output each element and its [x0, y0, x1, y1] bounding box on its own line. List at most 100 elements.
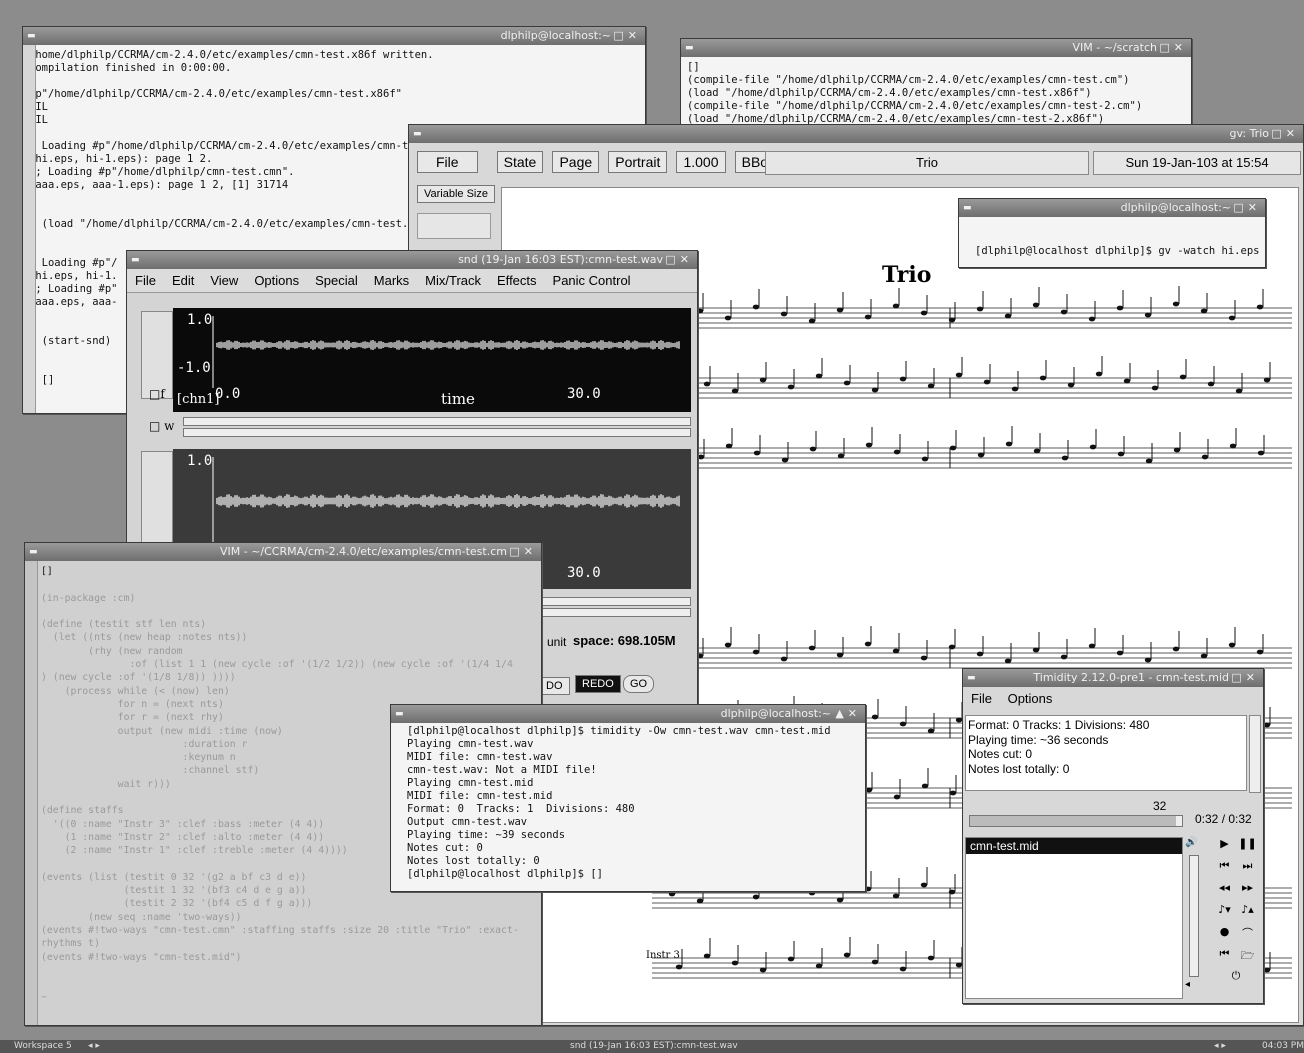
window-controls-icon[interactable]: □✕: [509, 543, 537, 561]
terminal-2-titlebar[interactable]: ▬ dlphilp@localhost:~ □✕: [959, 199, 1265, 217]
gv-state-button[interactable]: State: [496, 151, 544, 173]
snd-zoom-slider-1[interactable]: [183, 417, 691, 426]
window-menu-icon[interactable]: ▬: [395, 705, 404, 723]
timidity-info-panel: Format: 0 Tracks: 1 Divisions: 480 Playin…: [965, 715, 1247, 791]
window-menu-icon[interactable]: ▬: [413, 125, 422, 143]
snd-chan-label: [chn1]: [177, 392, 220, 407]
snd-zoom-slider-2[interactable]: [541, 597, 691, 606]
gv-page-button[interactable]: Page: [552, 151, 600, 173]
note-head: [675, 964, 683, 970]
window-menu-icon[interactable]: ▬: [963, 199, 972, 217]
prev-track-icon[interactable]: ⏮: [1213, 859, 1236, 881]
restart-icon[interactable]: ⏮: [1213, 947, 1236, 969]
timidity-progress-track[interactable]: [969, 815, 1183, 827]
note-head: [1088, 316, 1096, 322]
terminal-2-output[interactable]: [dlphilp@localhost dlphilp]$ gv -watch h…: [959, 217, 1265, 267]
gv-zoom-button[interactable]: 1.000: [676, 151, 726, 173]
snd-undo-button[interactable]: DO: [539, 677, 570, 695]
taskbar-arrows-icon[interactable]: ◂ ▸: [1214, 1040, 1226, 1053]
note-head: [1095, 371, 1103, 377]
window-controls-icon[interactable]: □✕: [1231, 669, 1259, 687]
gv-titlebar[interactable]: ▬ gv: Trio □✕: [409, 125, 1303, 143]
window-menu-icon[interactable]: ▬: [131, 251, 140, 269]
vim-line: (in-package :cm): [41, 592, 136, 604]
quit-icon[interactable]: ⏻: [1213, 969, 1259, 991]
timidity-options-menu[interactable]: Options: [1008, 691, 1053, 706]
snd-waveform-1[interactable]: 1.0 -1.0 [chn1] 0.0 time 30.0: [173, 308, 691, 412]
window-menu-icon[interactable]: ▬: [967, 669, 976, 687]
timidity-playlist[interactable]: cmn-test.mid: [965, 837, 1183, 999]
rewind-icon[interactable]: ◂◂: [1213, 881, 1236, 903]
snd-position-slider-1[interactable]: [183, 428, 691, 437]
vim-line: (rhy (new random: [41, 645, 183, 657]
note-head: [1172, 301, 1180, 307]
workspace-switcher[interactable]: Workspace 5: [14, 1040, 72, 1053]
gv-page-list[interactable]: [417, 213, 491, 239]
play-icon[interactable]: ▶: [1213, 837, 1236, 859]
window-controls-icon[interactable]: ▲✕: [835, 705, 861, 723]
vim-scratch-titlebar[interactable]: ▬ VIM - ~/scratch □✕: [681, 39, 1191, 57]
terminal-window-2[interactable]: ▬ dlphilp@localhost:~ □✕ [dlphilp@localh…: [958, 198, 1266, 268]
terminal-1-scrollbar[interactable]: [23, 45, 36, 413]
timidity-volume-slider[interactable]: [1189, 855, 1199, 977]
snd-title: snd (19-Jan 16:03 EST):cmn-test.wav: [458, 253, 663, 266]
snd-position-slider-2[interactable]: [541, 608, 691, 617]
workspace-arrows-icon[interactable]: ◂ ▸: [88, 1040, 100, 1053]
vim-line: [41, 578, 525, 591]
timidity-window[interactable]: ▬ Timidity 2.12.0-pre1 - cmn-test.mid □✕…: [962, 668, 1264, 1004]
gv-variable-size-button[interactable]: Variable Size: [417, 185, 495, 203]
terminal-1-titlebar[interactable]: ▬ dlphilp@localhost:~ □✕: [23, 27, 645, 45]
terminal-3-output[interactable]: [dlphilp@localhost dlphilp]$ timidity -O…: [391, 723, 865, 883]
key-up-icon[interactable]: ♪▴: [1236, 903, 1259, 925]
timidity-playlist-item[interactable]: cmn-test.mid: [966, 838, 1182, 854]
timidity-titlebar[interactable]: ▬ Timidity 2.12.0-pre1 - cmn-test.mid □✕: [963, 669, 1263, 687]
tempo-up-icon[interactable]: ⌒: [1236, 925, 1259, 947]
snd-menu-edit[interactable]: Edit: [172, 273, 194, 288]
terminal-3-titlebar[interactable]: ▬ dlphilp@localhost:~ ▲✕: [391, 705, 865, 723]
fast-forward-icon[interactable]: ▸▸: [1236, 881, 1259, 903]
window-menu-icon[interactable]: ▬: [27, 27, 36, 45]
gv-portrait-button[interactable]: Portrait: [608, 151, 668, 173]
snd-w-checkbox[interactable]: □ w: [149, 419, 174, 433]
note-head: [1011, 386, 1019, 392]
key-down-icon[interactable]: ♪▾: [1213, 903, 1236, 925]
terminal-line: Format: 0 Tracks: 1 Divisions: 480: [407, 803, 635, 815]
snd-menu-panic-control[interactable]: Panic Control: [553, 273, 631, 288]
window-controls-icon[interactable]: □✕: [613, 27, 641, 45]
snd-menu-view[interactable]: View: [210, 273, 238, 288]
next-track-icon[interactable]: ⏭: [1236, 859, 1259, 881]
note-head: [1116, 305, 1124, 311]
snd-menu-options[interactable]: Options: [254, 273, 299, 288]
taskbar-active-window[interactable]: snd (19-Jan 16:03 EST):cmn-test.wav: [570, 1040, 738, 1053]
terminal-window-3[interactable]: ▬ dlphilp@localhost:~ ▲✕ [dlphilp@localh…: [390, 704, 866, 892]
vim-cmn-titlebar[interactable]: ▬ VIM - ~/CCRMA/cm-2.4.0/etc/examples/cm…: [25, 543, 541, 561]
window-controls-icon[interactable]: □✕: [1271, 125, 1299, 143]
timidity-mute-icon[interactable]: ◂: [1185, 979, 1190, 990]
snd-f-checkbox[interactable]: □f: [149, 387, 165, 401]
window-controls-icon[interactable]: □✕: [665, 251, 693, 269]
window-menu-icon[interactable]: ▬: [685, 39, 694, 57]
note-head: [759, 377, 767, 383]
window-controls-icon[interactable]: □✕: [1233, 199, 1261, 217]
window-controls-icon[interactable]: □✕: [1159, 39, 1187, 57]
note-head: [836, 897, 844, 903]
snd-menu-file[interactable]: File: [135, 273, 156, 288]
snd-menu-marks[interactable]: Marks: [374, 273, 409, 288]
vim-scratch-buffer[interactable]: [] (compile-file "/home/dlphilp/CCRMA/cm-…: [681, 57, 1191, 130]
snd-redo-button[interactable]: REDO: [575, 675, 621, 693]
pause-icon[interactable]: ❚❚: [1236, 837, 1259, 859]
window-menu-icon[interactable]: ▬: [29, 543, 38, 561]
snd-titlebar[interactable]: ▬ snd (19-Jan 16:03 EST):cmn-test.wav □✕: [127, 251, 697, 269]
tempo-down-icon[interactable]: ●: [1213, 925, 1236, 947]
timidity-file-menu[interactable]: File: [971, 691, 992, 706]
snd-menu-effects[interactable]: Effects: [497, 273, 537, 288]
timidity-info-scrollbar[interactable]: [1249, 715, 1261, 793]
snd-menu-special[interactable]: Special: [315, 273, 358, 288]
snd-menu-mix-track[interactable]: Mix/Track: [425, 273, 481, 288]
open-file-icon[interactable]: 🗁: [1236, 947, 1259, 969]
snd-channel-2-controls[interactable]: [141, 451, 173, 543]
snd-channel-1-controls[interactable]: [141, 311, 173, 399]
vim-cmn-scrollbar[interactable]: [25, 561, 38, 1025]
snd-go-button[interactable]: GO: [623, 675, 655, 693]
gv-file-button[interactable]: File: [417, 151, 478, 173]
